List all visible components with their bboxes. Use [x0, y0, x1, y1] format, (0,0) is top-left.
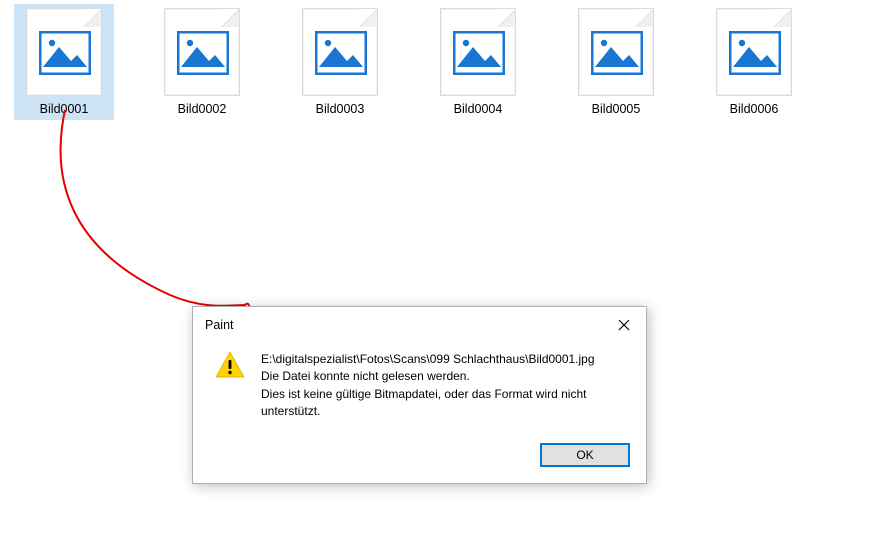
image-file-icon: [578, 8, 654, 96]
file-label: Bild0001: [40, 102, 89, 116]
dialog-body: E:\digitalspezialist\Fotos\Scans\099 Sch…: [193, 341, 646, 429]
dialog-line1: Die Datei konnte nicht gelesen werden.: [261, 368, 628, 385]
file-item[interactable]: Bild0004: [428, 4, 528, 120]
file-item[interactable]: Bild0003: [290, 4, 390, 120]
ok-button[interactable]: OK: [540, 443, 630, 467]
file-label: Bild0003: [316, 102, 365, 116]
dialog-titlebar: Paint: [193, 307, 646, 341]
file-item[interactable]: Bild0002: [152, 4, 252, 120]
dialog-message: E:\digitalspezialist\Fotos\Scans\099 Sch…: [261, 351, 628, 421]
dialog-footer: OK: [193, 429, 646, 483]
image-file-icon: [716, 8, 792, 96]
warning-icon: [215, 351, 245, 421]
close-button[interactable]: [612, 315, 636, 335]
ok-button-label: OK: [576, 448, 593, 462]
file-label: Bild0005: [592, 102, 641, 116]
file-item[interactable]: Bild0001: [14, 4, 114, 120]
file-grid: Bild0001 Bild0002 Bild0003 Bild0004 Bild0005…: [0, 0, 871, 124]
close-icon: [618, 319, 630, 331]
image-file-icon: [440, 8, 516, 96]
dialog-path: E:\digitalspezialist\Fotos\Scans\099 Sch…: [261, 351, 628, 368]
dialog-title: Paint: [205, 318, 234, 332]
file-label: Bild0002: [178, 102, 227, 116]
error-dialog: Paint E:\digitalspezialist\Fotos\Scans\0…: [192, 306, 647, 484]
file-label: Bild0006: [730, 102, 779, 116]
file-item[interactable]: Bild0006: [704, 4, 804, 120]
file-label: Bild0004: [454, 102, 503, 116]
dialog-line2: Dies ist keine gültige Bitmapdatei, oder…: [261, 386, 628, 421]
file-item[interactable]: Bild0005: [566, 4, 666, 120]
image-file-icon: [26, 8, 102, 96]
image-file-icon: [164, 8, 240, 96]
image-file-icon: [302, 8, 378, 96]
